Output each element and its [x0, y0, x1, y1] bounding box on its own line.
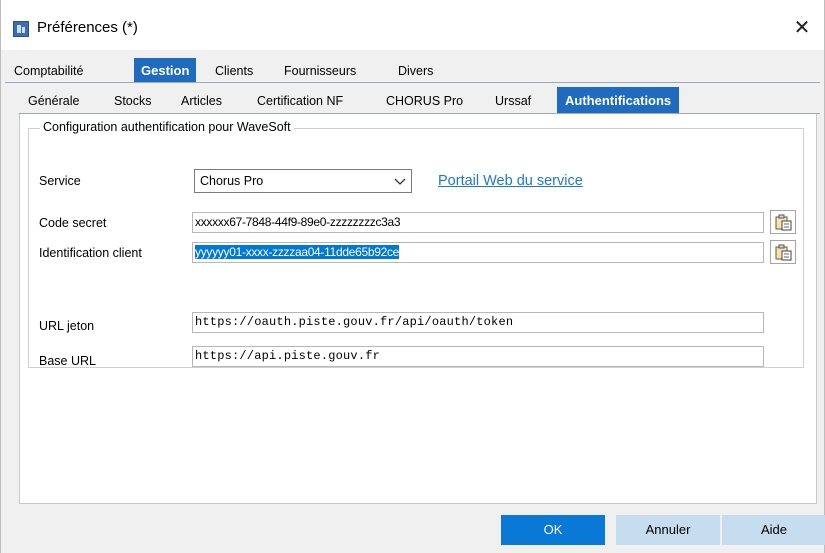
window-title: Préférences (*): [37, 19, 138, 36]
app-icon: [13, 21, 29, 37]
code-secret-field[interactable]: xxxxxx67-7848-44f9-89e0-zzzzzzzzc3a3: [192, 212, 764, 233]
client-id-label: Identification client: [39, 246, 142, 260]
chevron-down-icon: [393, 172, 407, 190]
tab-comptabilite[interactable]: Comptabilité: [7, 58, 90, 82]
auth-config-group: Configuration authentification pour Wave…: [28, 120, 804, 368]
base-url-value: https://api.piste.gouv.fr: [195, 349, 381, 363]
group-title: Configuration authentification pour Wave…: [40, 120, 294, 134]
client-id-value: yyyyyy01-xxxx-zzzzaa04-11dde65b92ce: [195, 245, 400, 259]
subtab-chorus-pro[interactable]: CHORUS Pro: [386, 87, 463, 113]
clipboard-paste-icon: [775, 214, 792, 231]
subtab-urssaf[interactable]: Urssaf: [495, 87, 531, 113]
subtab-articles[interactable]: Articles: [181, 87, 222, 113]
preferences-window: Préférences (*) ✕ Comptabilité Gestion C…: [0, 0, 825, 553]
url-jeton-label: URL jeton: [39, 319, 95, 333]
paste-code-secret-button[interactable]: [770, 210, 796, 234]
portal-web-link[interactable]: Portail Web du service: [438, 173, 583, 189]
close-icon[interactable]: ✕: [780, 12, 824, 44]
url-jeton-value: https://oauth.piste.gouv.fr/api/oauth/to…: [195, 315, 514, 329]
title-bar: Préférences (*) ✕: [1, 0, 824, 50]
tab-clients[interactable]: Clients: [208, 58, 260, 82]
service-label: Service: [39, 174, 81, 188]
help-button[interactable]: Aide: [722, 515, 825, 545]
base-url-field[interactable]: https://api.piste.gouv.fr: [192, 346, 764, 367]
service-value: Chorus Pro: [200, 174, 264, 188]
ok-button[interactable]: OK: [501, 515, 605, 545]
tab-divers[interactable]: Divers: [391, 58, 440, 82]
subtab-certification-nf[interactable]: Certification NF: [257, 87, 343, 113]
code-secret-label: Code secret: [39, 216, 107, 230]
client-id-field[interactable]: yyyyyy01-xxxx-zzzzaa04-11dde65b92ce: [192, 242, 764, 263]
url-jeton-field[interactable]: https://oauth.piste.gouv.fr/api/oauth/to…: [192, 312, 764, 333]
content-panel: Configuration authentification pour Wave…: [19, 114, 817, 504]
base-url-label: Base URL: [39, 354, 96, 368]
subtab-stocks[interactable]: Stocks: [114, 87, 152, 113]
service-select[interactable]: Chorus Pro: [194, 169, 412, 193]
code-secret-value: xxxxxx67-7848-44f9-89e0-zzzzzzzzc3a3: [195, 215, 401, 229]
subtab-authentifications[interactable]: Authentifications: [557, 87, 680, 113]
tab-fournisseurs[interactable]: Fournisseurs: [277, 58, 363, 82]
clipboard-paste-icon: [775, 244, 792, 261]
tab-gestion[interactable]: Gestion: [134, 58, 197, 82]
paste-client-id-button[interactable]: [770, 240, 796, 264]
main-tabs-divider: [5, 82, 820, 83]
cancel-button[interactable]: Annuler: [616, 515, 720, 545]
subtab-generale[interactable]: Générale: [28, 87, 79, 113]
